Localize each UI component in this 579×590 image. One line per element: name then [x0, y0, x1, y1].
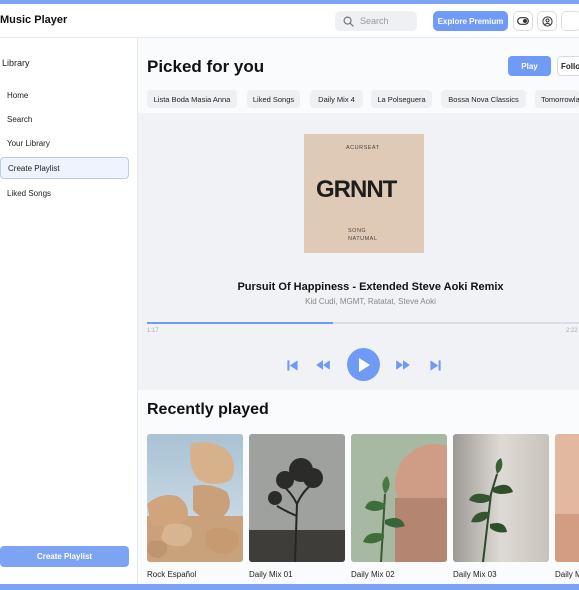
play-icon — [358, 357, 370, 372]
app-header: Music Player Explore Premium — [0, 4, 579, 38]
rewind-button[interactable] — [314, 357, 332, 373]
fast-forward-icon — [396, 360, 410, 370]
chip-lista-boda-masia-anna[interactable]: Lista Boda Masia Anna — [147, 90, 237, 108]
recent-label-daily-mix-03: Daily Mix 03 — [453, 570, 497, 579]
recent-label-daily-mix-04: Daily Mix 04 — [555, 570, 579, 579]
chip-la-polseguera[interactable]: La Polseguera — [371, 90, 432, 108]
more-button[interactable] — [561, 11, 579, 31]
search-box[interactable] — [335, 11, 417, 31]
sidebar-item-create-playlist[interactable]: Create Playlist — [0, 157, 129, 179]
sidebar: Library Home Search Your Library Create … — [0, 38, 138, 584]
theme-toggle-button[interactable] — [513, 11, 533, 31]
skip-next-icon — [429, 359, 441, 371]
follow-button[interactable]: Follow — [557, 56, 579, 76]
sidebar-title: Library — [2, 58, 30, 68]
recent-card-daily-mix-02[interactable] — [351, 434, 447, 562]
track-artists: Kid Cudi, MGMT, Ratatat, Steve Aoki — [305, 297, 436, 306]
chip-daily-mix-4[interactable]: Daily Mix 4 — [310, 90, 363, 108]
profile-button[interactable] — [537, 11, 557, 31]
fast-forward-button[interactable] — [394, 357, 412, 373]
elapsed-time: 1:17 — [147, 328, 159, 334]
user-icon — [541, 15, 553, 27]
chip-tomorrowland[interactable]: Tomorrowland — [535, 90, 579, 108]
recent-card-daily-mix-01[interactable] — [249, 434, 345, 562]
sidebar-item-search[interactable]: Search — [0, 108, 129, 130]
skip-next-button[interactable] — [427, 357, 443, 373]
total-duration: 2:22 — [566, 328, 578, 334]
create-playlist-button[interactable]: Create Playlist — [0, 546, 129, 567]
page-title: Picked for you — [147, 57, 265, 76]
toggle-icon — [517, 17, 529, 25]
skip-previous-button[interactable] — [284, 357, 300, 373]
recent-card-daily-mix-04[interactable] — [555, 434, 579, 562]
sidebar-item-home[interactable]: Home — [0, 84, 129, 106]
sidebar-item-your-library[interactable]: Your Library — [0, 132, 129, 154]
app-title: Music Player — [0, 14, 68, 26]
rewind-icon — [316, 360, 330, 370]
recent-card-rock-espanol[interactable] — [147, 434, 243, 562]
bottom-accent-bar — [0, 584, 579, 590]
explore-premium-button[interactable]: Explore Premium — [433, 11, 508, 31]
recently-played-title: Recently played — [147, 401, 269, 418]
progress-fill — [147, 322, 333, 324]
search-icon — [343, 16, 354, 27]
recent-card-daily-mix-03[interactable] — [453, 434, 549, 562]
search-input[interactable] — [360, 16, 412, 26]
track-title: Pursuit Of Happiness - Extended Steve Ao… — [237, 281, 504, 293]
chip-bossa-nova-classics[interactable]: Bossa Nova Classics — [441, 90, 526, 108]
progress-bar[interactable] — [147, 322, 579, 324]
skip-previous-icon — [286, 359, 298, 371]
recent-label-daily-mix-02: Daily Mix 02 — [351, 570, 395, 579]
album-cover: ACURSEAT GRNNT SONG NATUMAL — [304, 134, 424, 253]
sidebar-item-liked-songs[interactable]: Liked Songs — [0, 182, 129, 204]
recent-label-daily-mix-01: Daily Mix 01 — [249, 570, 293, 579]
play-button[interactable]: Play — [508, 56, 551, 76]
recent-label-rock-espanol: Rock Español — [147, 570, 197, 579]
main-play-button[interactable] — [347, 348, 380, 381]
chip-liked-songs[interactable]: Liked Songs — [247, 90, 300, 108]
